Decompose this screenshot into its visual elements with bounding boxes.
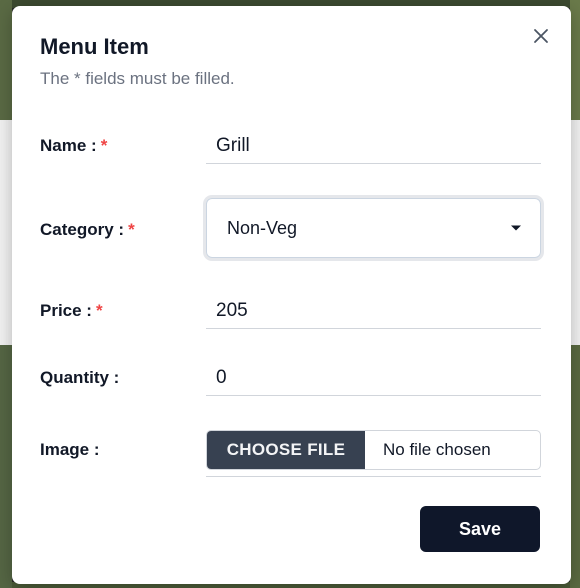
- price-row: Price : *: [40, 291, 542, 331]
- caret-down-icon: [511, 225, 521, 231]
- name-row: Name : *: [40, 126, 542, 166]
- name-input[interactable]: [206, 129, 541, 163]
- close-button[interactable]: [531, 26, 551, 46]
- price-input[interactable]: [206, 294, 541, 328]
- menu-item-modal: Menu Item The * fields must be filled. N…: [12, 6, 571, 584]
- quantity-row: Quantity :: [40, 358, 542, 398]
- required-marker: *: [100, 136, 108, 155]
- name-label: Name : *: [40, 136, 108, 155]
- category-label: Category : *: [40, 220, 135, 239]
- quantity-input[interactable]: [206, 361, 541, 395]
- save-button[interactable]: Save: [420, 506, 540, 552]
- price-label: Price : *: [40, 301, 103, 320]
- file-status-text: No file chosen: [383, 440, 491, 459]
- category-select[interactable]: Non-Veg: [206, 198, 541, 258]
- category-selected-value: Non-Veg: [227, 217, 298, 238]
- price-field-wrapper: [206, 294, 541, 329]
- modal-title: Menu Item: [40, 34, 149, 59]
- choose-file-button[interactable]: CHOOSE FILE: [207, 431, 365, 469]
- required-marker: *: [128, 220, 135, 239]
- close-icon: [534, 29, 548, 43]
- required-marker: *: [95, 301, 103, 320]
- image-underline: [206, 476, 541, 477]
- modal-subtitle: The * fields must be filled.: [40, 69, 235, 88]
- image-row: Image : CHOOSE FILE No file chosen: [40, 430, 542, 478]
- quantity-label: Quantity :: [40, 368, 120, 387]
- category-row: Category : * Non-Veg: [40, 198, 542, 260]
- image-label: Image :: [40, 440, 100, 459]
- quantity-field-wrapper: [206, 361, 541, 396]
- name-field-wrapper: [206, 129, 541, 164]
- image-file-input[interactable]: CHOOSE FILE No file chosen: [206, 430, 541, 470]
